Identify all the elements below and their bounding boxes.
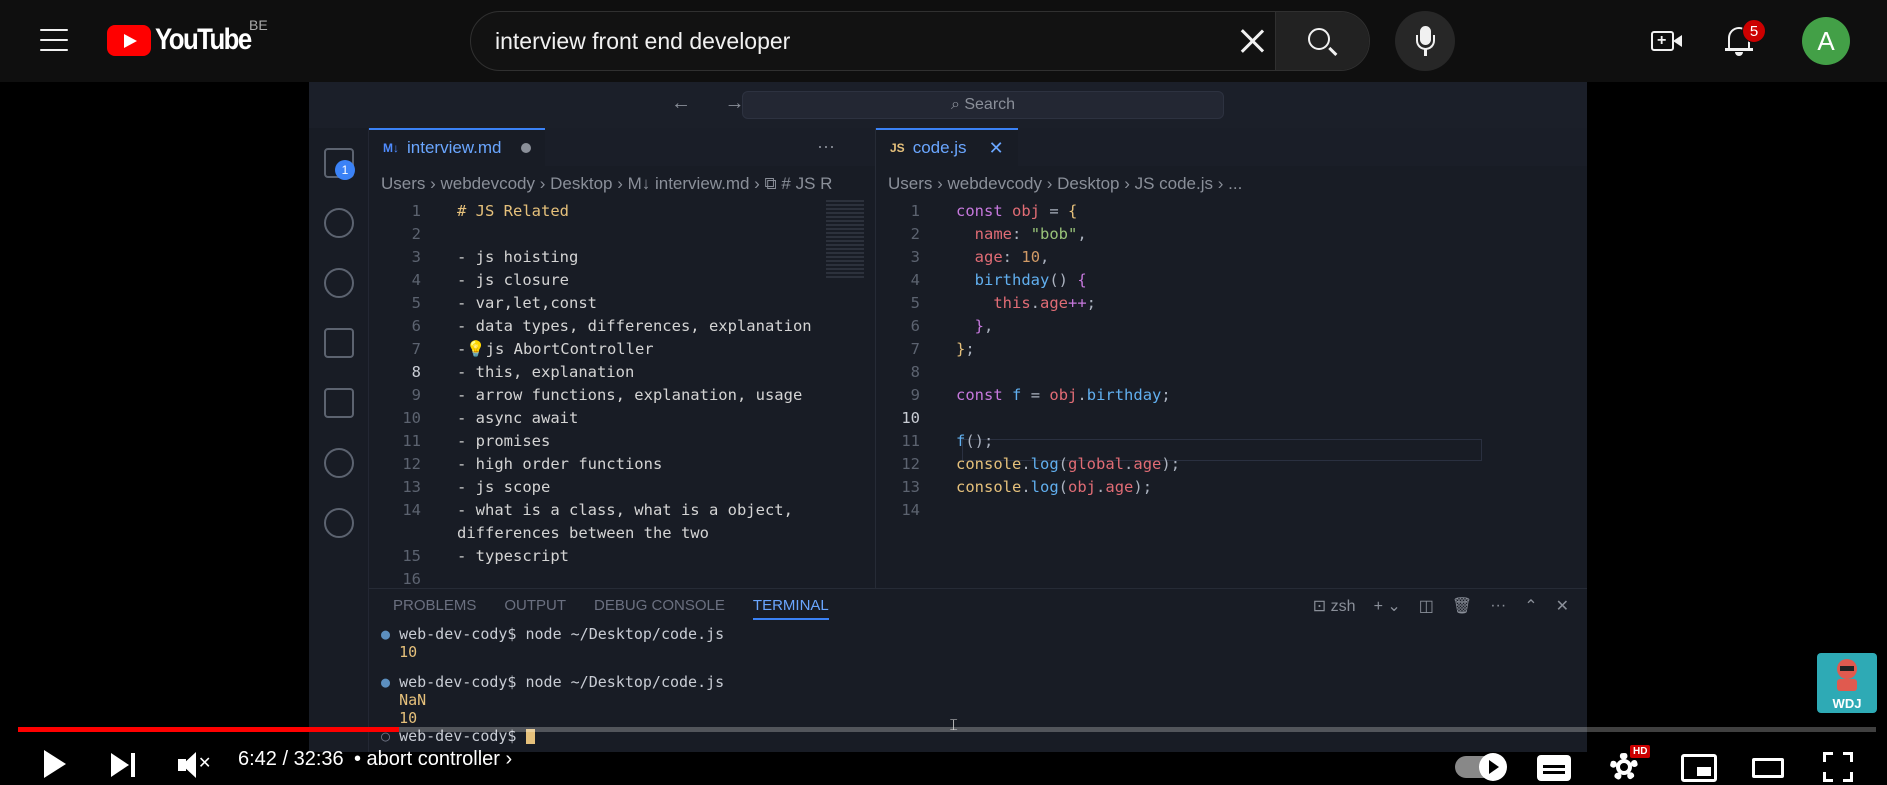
panel-tabs: PROBLEMS OUTPUT DEBUG CONSOLE TERMINAL	[393, 597, 829, 620]
tab-code-js: JS code.js ✕	[876, 128, 1018, 166]
git-graph-icon	[324, 508, 354, 538]
search-box	[470, 11, 1370, 71]
time-display: 6:42 / 32:36	[238, 748, 344, 770]
unsaved-dot-icon	[521, 143, 532, 153]
search-input[interactable]	[495, 12, 1195, 70]
close-panel-icon: ✕	[1555, 598, 1569, 615]
fullscreen-button[interactable]	[1823, 752, 1853, 782]
close-tab-icon: ✕	[988, 138, 1004, 158]
code-line: 12- high order functions	[402, 455, 663, 473]
trash-icon: 🗑	[1451, 598, 1473, 615]
search-icon	[324, 208, 354, 238]
markdown-code: 1 # JS Related 2 3- js hoisting 4- js closur…	[377, 200, 812, 591]
hd-badge: HD	[1630, 745, 1651, 758]
maximize-icon: ⌃	[1524, 598, 1538, 615]
code-line: 14- what is a class, what is a object,	[402, 501, 793, 519]
lightning-icon	[324, 448, 354, 478]
muted-x-icon: ✕	[198, 755, 212, 772]
editor-code-js: JS code.js ✕ Users › webdevcody › Deskto…	[875, 128, 1587, 588]
panel-actions: ⊡ zsh + ⌄ ◫ 🗑 ··· ⌃ ✕	[1313, 596, 1569, 616]
video-player[interactable]: ← → ⌕ Search 1 M↓ interview.md ··· Users…	[0, 82, 1887, 783]
next-video-button[interactable]	[110, 745, 140, 785]
extensions-icon	[324, 388, 354, 418]
autoplay-play-icon	[1479, 753, 1507, 781]
code-line: 4- js closure	[411, 271, 569, 289]
progress-bar[interactable]	[18, 727, 1876, 732]
logo-text: YouTube	[155, 23, 252, 56]
code-line: 10- async await	[402, 409, 579, 427]
notification-count-badge: 5	[1742, 19, 1766, 43]
vscode-titlebar: ← → ⌕ Search	[309, 82, 1587, 128]
split-icon: ◫	[1418, 598, 1434, 615]
account-avatar[interactable]: A	[1802, 17, 1850, 65]
source-control-icon	[324, 268, 354, 298]
text-cursor-icon: 𝙸	[948, 717, 960, 734]
tab-label: interview.md	[407, 138, 502, 157]
tab-label: code.js	[912, 138, 967, 157]
mascot-icon	[1837, 659, 1857, 691]
chapter-title[interactable]: • abort controller ›	[354, 748, 512, 771]
autoplay-toggle[interactable]	[1455, 753, 1507, 781]
code-line: 8- this, explanation	[411, 363, 635, 381]
breadcrumb: Users › webdevcody › Desktop › JS code.j…	[888, 174, 1243, 193]
voice-search-button[interactable]	[1395, 11, 1455, 71]
javascript-code: 1 const obj = { 2 name: "bob", 3 age: 10,…	[901, 202, 1181, 519]
clear-search-icon[interactable]	[1237, 26, 1267, 56]
video-frame-vscode: ← → ⌕ Search 1 M↓ interview.md ··· Users…	[309, 82, 1587, 752]
more-actions-icon: ···	[817, 136, 835, 156]
javascript-icon: JS	[890, 141, 905, 155]
subtitles-button[interactable]	[1537, 755, 1571, 781]
markdown-icon: M↓	[383, 141, 399, 155]
command-search: ⌕ Search	[742, 91, 1224, 119]
breadcrumb: Users › webdevcody › Desktop › M↓ interv…	[381, 174, 833, 193]
channel-watermark[interactable]: WDJ	[1817, 653, 1877, 713]
code-line: 13- js scope	[402, 478, 551, 496]
activity-bar: 1	[309, 128, 369, 752]
new-terminal-icon: + ⌄	[1373, 598, 1401, 615]
code-line: 3- js hoisting	[411, 248, 579, 266]
theater-mode-button[interactable]	[1752, 758, 1784, 778]
menu-icon[interactable]	[40, 29, 68, 51]
code-line: 1 # JS Related	[411, 202, 569, 220]
files-badge: 1	[335, 160, 355, 180]
minimap	[826, 200, 864, 280]
youtube-play-logo-icon	[107, 24, 151, 56]
terminal-icon: ⊡ zsh	[1312, 598, 1356, 615]
code-line: differences between the two	[457, 524, 709, 542]
play-button[interactable]	[40, 745, 70, 785]
more-icon: ···	[1490, 597, 1507, 614]
progress-fill	[18, 727, 399, 732]
tab-debug-console: DEBUG CONSOLE	[594, 597, 725, 614]
tab-terminal: TERMINAL	[752, 597, 829, 620]
youtube-header: YouTube BE + 5 A	[0, 0, 1887, 82]
tab-interview-md: M↓ interview.md	[369, 128, 546, 166]
code-line: 15- typescript	[402, 547, 569, 565]
search-button[interactable]	[1275, 12, 1369, 70]
code-line: 6- data types, differences, explanation	[411, 317, 812, 335]
editor-interview-md: M↓ interview.md ··· Users › webdevcody ›…	[369, 128, 875, 588]
search-icon	[1308, 28, 1330, 50]
create-video-button[interactable]: +	[1651, 27, 1683, 55]
code-line: 7 -💡js AbortController	[411, 340, 654, 358]
run-debug-icon	[324, 328, 354, 358]
tab-problems: PROBLEMS	[393, 597, 477, 614]
country-code: BE	[249, 17, 268, 33]
code-line: 2	[411, 225, 421, 243]
code-line: 11- promises	[402, 432, 551, 450]
code-line: 5- var,let,const	[411, 294, 597, 312]
youtube-logo[interactable]: YouTube	[107, 22, 266, 58]
tab-output: OUTPUT	[504, 597, 567, 614]
watermark-label: WDJ	[1832, 696, 1862, 711]
miniplayer-button[interactable]	[1681, 754, 1717, 782]
code-line: 9- arrow functions, explanation, usage	[411, 386, 803, 404]
